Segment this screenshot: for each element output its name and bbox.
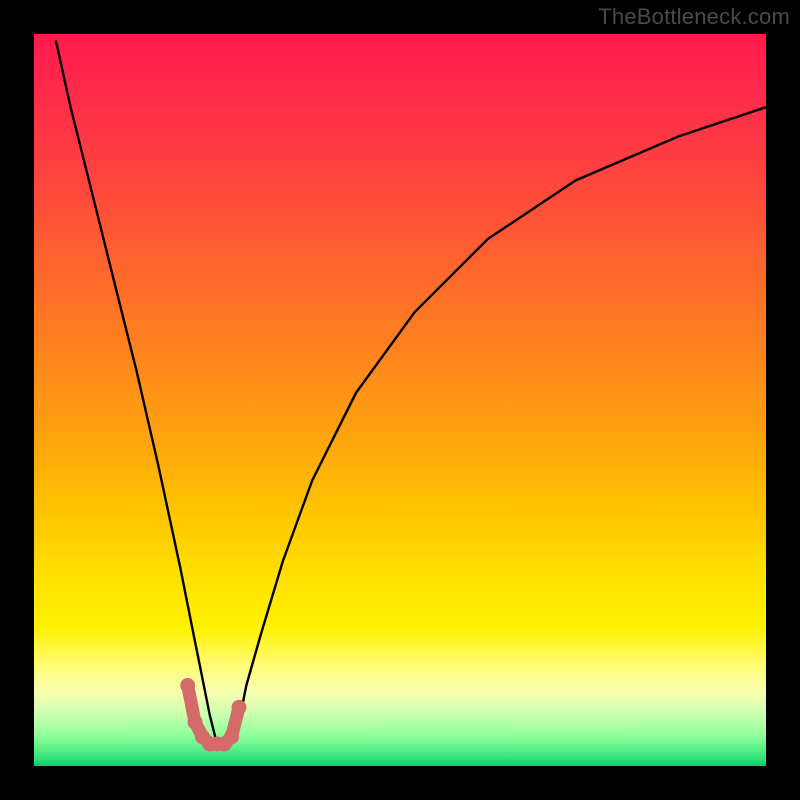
valley-highlight <box>180 678 246 752</box>
chart-svg <box>34 34 766 766</box>
watermark-text: TheBottleneck.com <box>598 4 790 30</box>
chart-plot-area <box>34 34 766 766</box>
bottleneck-curve <box>56 41 766 744</box>
